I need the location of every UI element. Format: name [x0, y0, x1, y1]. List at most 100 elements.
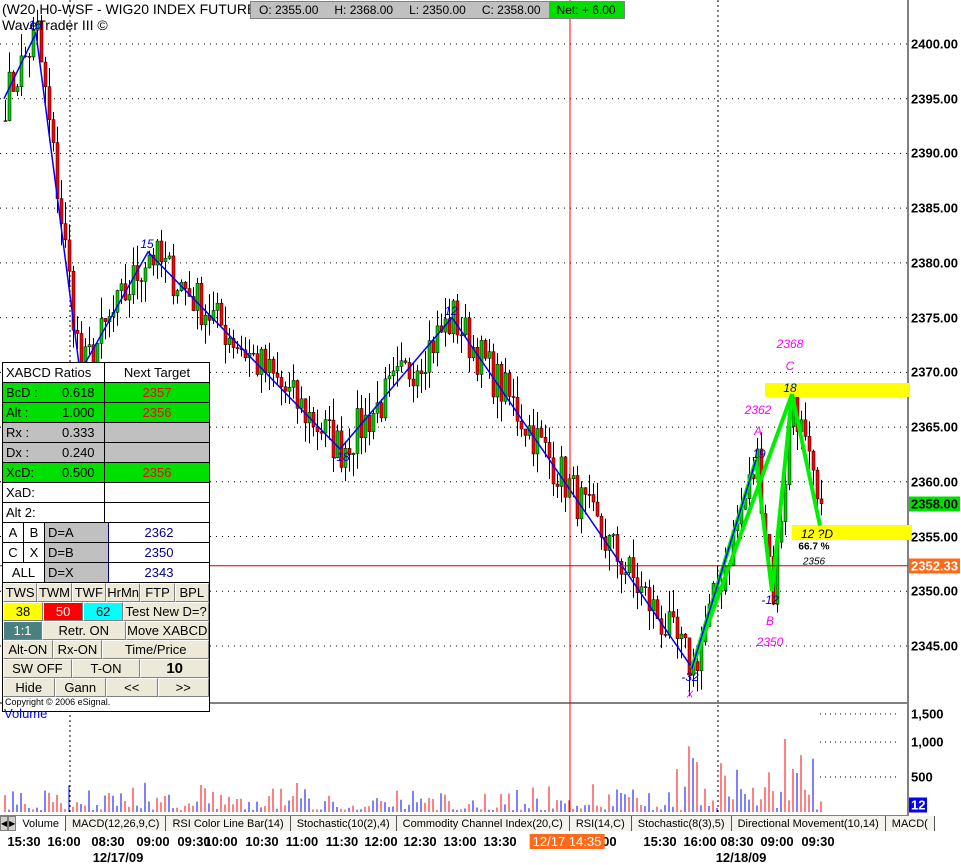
38-button[interactable]: 38	[3, 602, 44, 621]
candle	[67, 239, 72, 272]
time-label: 13:00	[443, 834, 477, 849]
indicator-tab[interactable]: MACD(12,26,9,C)	[66, 816, 167, 831]
sw-off-button[interactable]: SW OFF	[3, 659, 72, 678]
candle	[15, 86, 20, 92]
ftp-button[interactable]: FTP	[140, 583, 175, 602]
time-label: 10:00	[204, 834, 238, 849]
ratio-target: 2356	[105, 463, 209, 482]
candle	[575, 475, 580, 520]
candle	[431, 340, 436, 354]
gann-button[interactable]: Gann	[54, 678, 106, 697]
point-toggle[interactable]: B	[24, 523, 45, 542]
candle	[163, 258, 168, 263]
button-row: 38 50 62 Test New D=?	[3, 602, 209, 621]
time-price-button[interactable]: Time/Price	[102, 640, 210, 659]
indicator-tab[interactable]: MACD(	[885, 816, 935, 831]
candle	[499, 364, 504, 402]
candle	[419, 370, 424, 374]
candle	[63, 223, 68, 241]
candle	[627, 557, 632, 574]
bpl-button[interactable]: BPL	[174, 583, 209, 602]
candle	[387, 375, 392, 380]
swing-label: -18	[332, 450, 350, 464]
ratio-row: Dx : 0.240	[3, 443, 209, 463]
indicator-tab[interactable]: Stochastic(8(3),5)	[631, 816, 732, 831]
ratio-row: BcD : 0.618 2357	[3, 383, 209, 403]
move-xabcd-button[interactable]: Move XABCD	[125, 621, 209, 640]
date-label: 12/18/09	[715, 850, 767, 865]
candle	[667, 611, 672, 636]
candle	[311, 412, 316, 428]
--button[interactable]: >>	[157, 678, 209, 697]
candle	[259, 348, 264, 375]
candle	[519, 421, 524, 430]
indicator-tab[interactable]: Directional Movement(10,14)	[731, 816, 886, 831]
candle	[327, 419, 332, 421]
candle	[159, 240, 164, 263]
candle	[511, 396, 516, 398]
candle	[263, 348, 268, 374]
retr-on-button[interactable]: Retr. ON	[42, 621, 126, 640]
d-value: 2350	[144, 545, 174, 560]
price-tick-label: 2395.00	[911, 91, 958, 107]
10-button[interactable]: 10	[140, 659, 210, 678]
twm-button[interactable]: TWM	[37, 583, 72, 602]
indicator-tab[interactable]: Stochastic(10(2),4)	[290, 816, 397, 831]
candle	[299, 398, 304, 409]
ratio-label: Rx :	[6, 425, 30, 440]
volume-tick-label: 500	[911, 769, 933, 785]
indicator-tab[interactable]: Volume	[16, 816, 67, 831]
50-button[interactable]: 50	[43, 602, 84, 621]
point-toggle[interactable]: C	[3, 543, 24, 562]
ratio-name: XcD: 0.500	[3, 463, 105, 482]
rx-on-button[interactable]: Rx-ON	[52, 640, 103, 659]
ratio-target	[105, 503, 209, 522]
point-toggle[interactable]: A	[3, 523, 24, 542]
candle	[587, 494, 592, 496]
t-on-button[interactable]: T-ON	[71, 659, 141, 678]
candle	[267, 358, 272, 374]
candle	[811, 450, 816, 471]
time-label: 15:30	[643, 834, 677, 849]
--button[interactable]: <<	[106, 678, 158, 697]
tab-scroll-right[interactable]: ▶	[8, 816, 17, 831]
point-toggle-all[interactable]: ALL	[3, 563, 45, 582]
candle	[103, 318, 108, 322]
indicator-tab[interactable]: Commodity Channel Index(20,C)	[396, 816, 570, 831]
time-label: 15:30	[7, 834, 41, 849]
ratio-value: 1.000	[62, 405, 95, 420]
candle	[215, 302, 220, 311]
candle	[51, 119, 56, 143]
hrmn-button[interactable]: HrMn	[105, 583, 141, 602]
button-row: Hide Gann << >>	[3, 678, 209, 697]
indicator-tab[interactable]: RSI Color Line Bar(14)	[166, 816, 291, 831]
62-button[interactable]: 62	[83, 602, 124, 621]
point-toggle[interactable]: X	[24, 543, 45, 562]
date-label: 12/17/09	[92, 850, 144, 865]
tab-scroll-left[interactable]: ◀	[0, 816, 9, 831]
1-1-button[interactable]: 1:1	[3, 621, 43, 640]
time-label: 09:30	[801, 834, 835, 849]
ratio-target: 2356	[105, 403, 209, 422]
candle	[531, 425, 536, 455]
twf-button[interactable]: TWF	[71, 583, 106, 602]
candle	[783, 484, 788, 522]
tws-button[interactable]: TWS	[3, 583, 38, 602]
swing-label: 12	[444, 304, 458, 318]
ratio-value: 0.333	[62, 425, 95, 440]
price-tick-label: 2345.00	[911, 638, 958, 654]
indicator-tab[interactable]: RSI(14,C)	[569, 816, 632, 831]
candle	[87, 344, 92, 348]
hide-button[interactable]: Hide	[3, 678, 55, 697]
button-row: 1:1 Retr. ON Move XABCD	[3, 621, 209, 640]
candle	[203, 315, 208, 326]
candle	[139, 280, 144, 282]
price-tick-label: 2350.00	[911, 583, 958, 599]
candle	[167, 255, 172, 259]
c-price-label: 2368	[776, 337, 804, 351]
candle	[47, 86, 52, 120]
alt-on-button[interactable]: Alt-ON	[3, 640, 53, 659]
test-new-d--button[interactable]: Test New D=?	[123, 602, 209, 621]
d-point-label: 12 ?D	[800, 527, 834, 541]
x-point-label: X	[686, 689, 694, 701]
